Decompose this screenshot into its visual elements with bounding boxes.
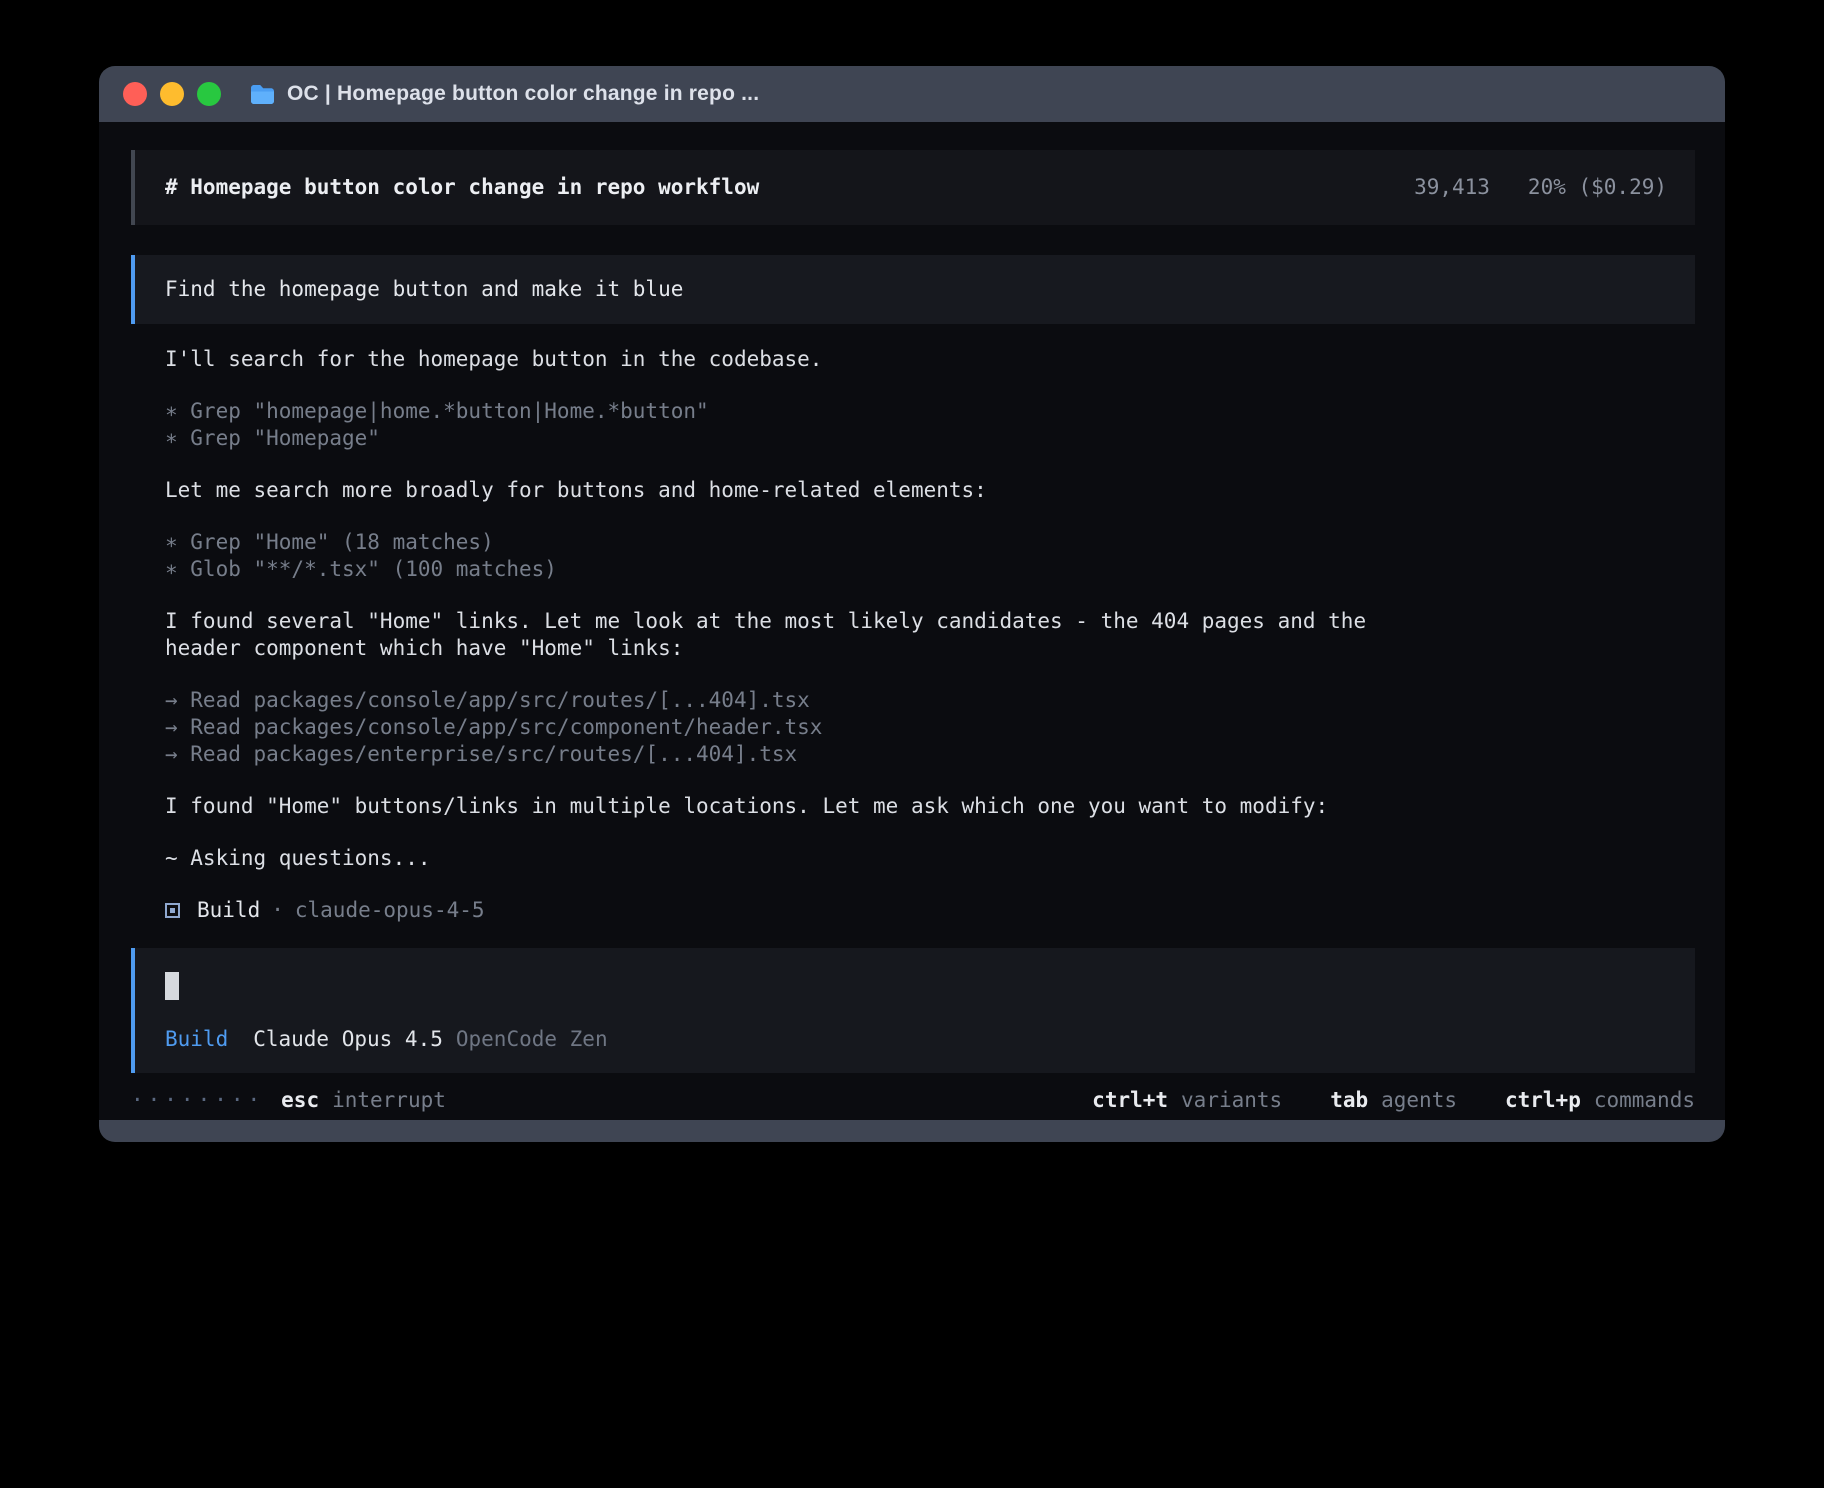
commands-label: commands (1594, 1087, 1695, 1114)
user-message-text: Find the homepage button and make it blu… (165, 277, 683, 301)
esc-label: interrupt (332, 1087, 446, 1114)
terminal-content: # Homepage button color change in repo w… (99, 122, 1725, 1120)
ctrl-p-key: ctrl+p (1505, 1087, 1581, 1114)
ctrl-t-key: ctrl+t (1092, 1087, 1168, 1114)
tool-call-group: ∗ Grep "homepage|home.*button|Home.*butt… (165, 398, 1695, 452)
shortcut-interrupt: esc interrupt (281, 1087, 446, 1114)
minimize-button[interactable] (160, 82, 184, 106)
esc-key: esc (281, 1087, 319, 1114)
status-bar: ········ esc interrupt ctrl+t variants t… (131, 1087, 1695, 1114)
shortcut-commands: ctrl+p commands (1505, 1087, 1695, 1114)
user-message: Find the homepage button and make it blu… (131, 255, 1695, 324)
assistant-text: I'll search for the homepage button in t… (165, 346, 1425, 373)
agents-label: agents (1381, 1087, 1457, 1114)
titlebar-title-group: OC | Homepage button color change in rep… (249, 82, 759, 106)
assistant-text: I found several "Home" links. Let me loo… (165, 608, 1425, 662)
input-provider-label: OpenCode Zen (456, 1026, 608, 1053)
variants-label: variants (1181, 1087, 1282, 1114)
context-usage: 20% ($0.29) (1528, 174, 1667, 201)
asking-questions-status: ~ Asking questions... (165, 845, 1425, 872)
assistant-paragraph: I found several "Home" links. Let me loo… (165, 608, 1695, 662)
assistant-response: I'll search for the homepage button in t… (131, 346, 1695, 924)
prompt-input[interactable]: Build Claude Opus 4.5 OpenCode Zen (131, 948, 1695, 1073)
tool-call-grep: ∗ Grep "homepage|home.*button|Home.*butt… (165, 398, 1695, 425)
session-header: # Homepage button color change in repo w… (131, 150, 1695, 225)
window-title: OC | Homepage button color change in rep… (287, 82, 759, 106)
terminal-window: OC | Homepage button color change in rep… (99, 66, 1725, 1142)
input-status-row: Build Claude Opus 4.5 OpenCode Zen (165, 1026, 1667, 1053)
assistant-text: I found "Home" buttons/links in multiple… (165, 793, 1425, 820)
task-status-row: Build · claude-opus-4-5 (165, 897, 1695, 924)
window-titlebar[interactable]: OC | Homepage button color change in rep… (99, 66, 1725, 122)
session-title: # Homepage button color change in repo w… (165, 174, 759, 201)
statusbar-right: ctrl+t variants tab agents ctrl+p comman… (1092, 1087, 1695, 1114)
tool-call-grep: ∗ Grep "Homepage" (165, 425, 1695, 452)
folder-icon (249, 83, 276, 106)
tab-key: tab (1330, 1087, 1368, 1114)
agent-name: Build (197, 897, 260, 924)
zoom-button[interactable] (197, 82, 221, 106)
traffic-lights (113, 82, 221, 106)
statusbar-left: ········ esc interrupt (131, 1087, 446, 1114)
shortcut-variants: ctrl+t variants (1092, 1087, 1282, 1114)
close-button[interactable] (123, 82, 147, 106)
assistant-paragraph: I'll search for the homepage button in t… (165, 346, 1695, 373)
session-stats: 39,413 20% ($0.29) (1414, 174, 1667, 201)
input-agent-label: Build (165, 1026, 228, 1053)
assistant-paragraph: I found "Home" buttons/links in multiple… (165, 793, 1695, 820)
text-cursor (165, 972, 179, 1000)
token-count: 39,413 (1414, 174, 1490, 201)
tool-call-glob: ∗ Glob "**/*.tsx" (100 matches) (165, 556, 1695, 583)
model-name: claude-opus-4-5 (295, 897, 485, 924)
tool-call-grep: ∗ Grep "Home" (18 matches) (165, 529, 1695, 556)
separator-dot: · (271, 897, 284, 924)
spinner-dots: ········ (131, 1087, 264, 1114)
assistant-paragraph: Let me search more broadly for buttons a… (165, 477, 1695, 504)
tool-call-group: ∗ Grep "Home" (18 matches) ∗ Glob "**/*.… (165, 529, 1695, 583)
assistant-status-line: ~ Asking questions... (165, 845, 1695, 872)
tool-call-group: → Read packages/console/app/src/routes/[… (165, 687, 1695, 768)
tool-call-read: → Read packages/console/app/src/componen… (165, 714, 1695, 741)
agent-status-icon (165, 903, 180, 918)
input-model-label: Claude Opus 4.5 (253, 1026, 443, 1053)
shortcut-agents: tab agents (1330, 1087, 1457, 1114)
assistant-text: Let me search more broadly for buttons a… (165, 477, 1425, 504)
tool-call-read: → Read packages/enterprise/src/routes/[.… (165, 741, 1695, 768)
tool-call-read: → Read packages/console/app/src/routes/[… (165, 687, 1695, 714)
